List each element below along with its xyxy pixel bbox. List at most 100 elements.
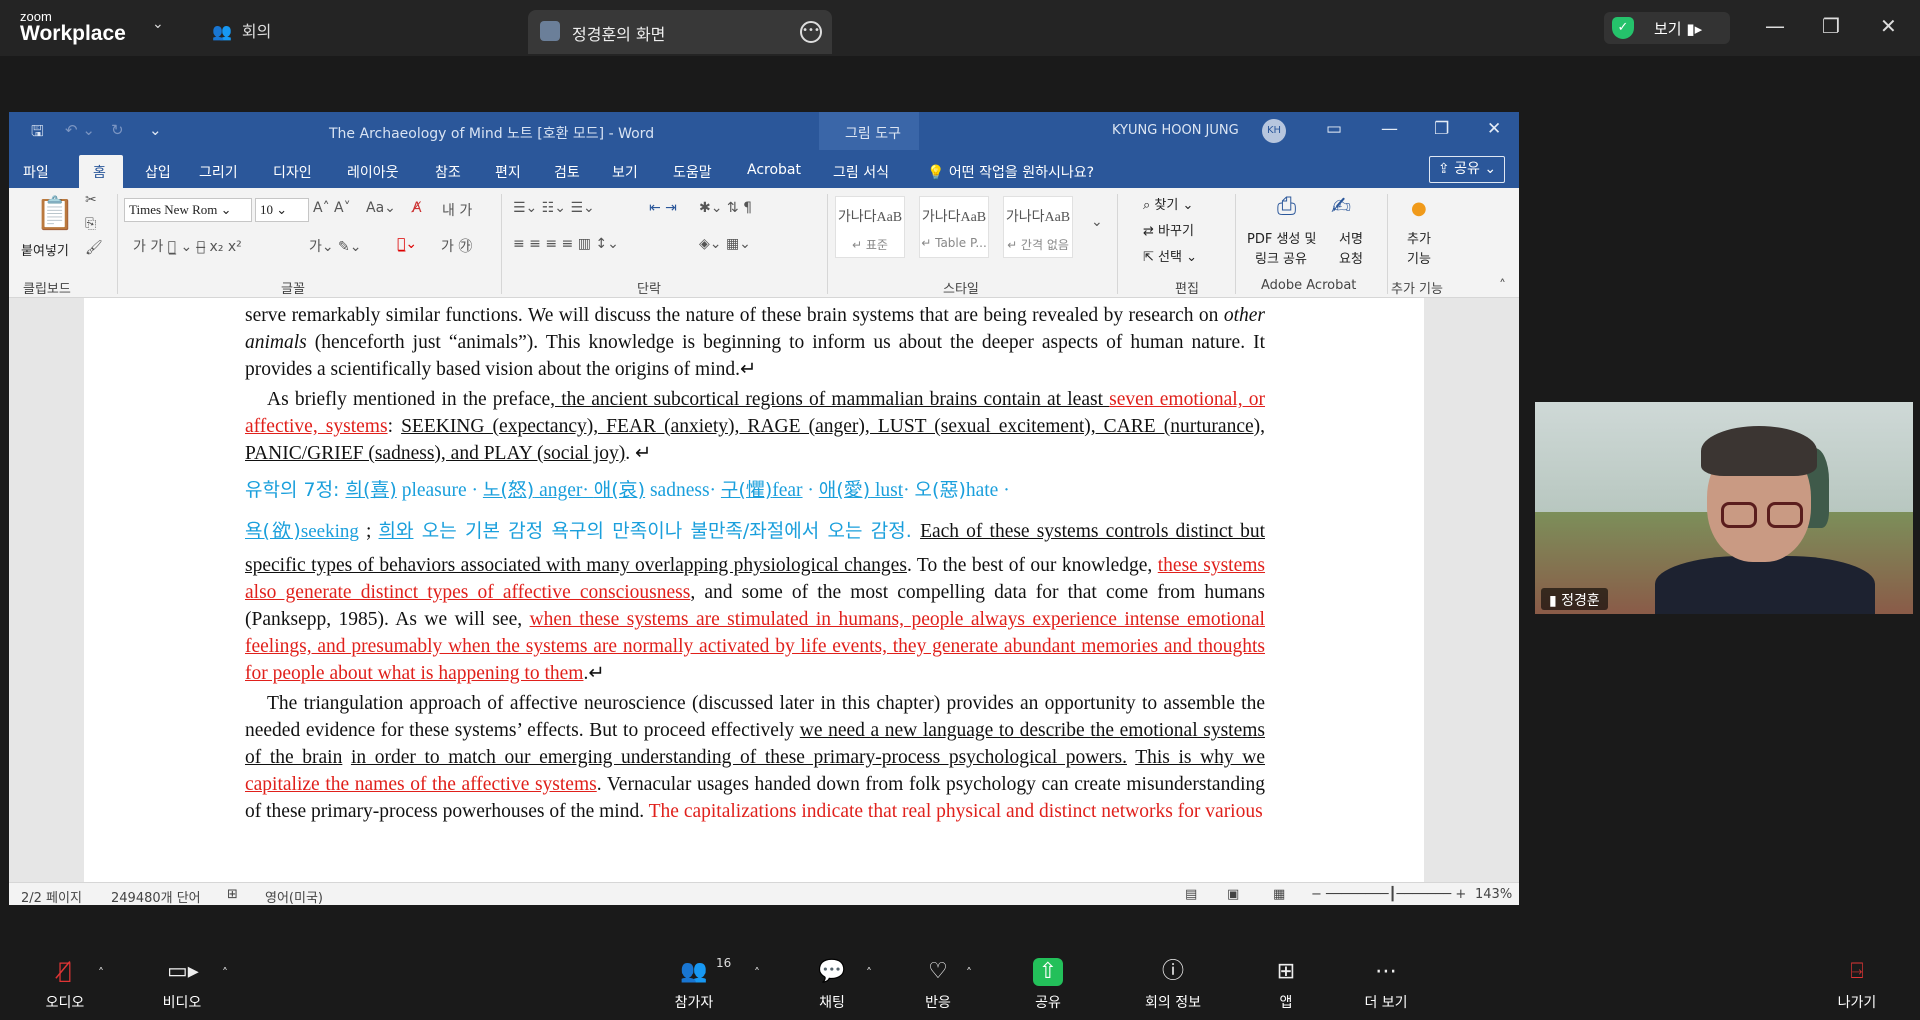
undo-icon[interactable]: ↶ ⌄ [65, 121, 95, 139]
language[interactable]: 영어(미국) [265, 887, 323, 906]
close-icon[interactable]: ✕ [1487, 119, 1501, 139]
select-button[interactable]: ⇱ 선택 ⌄ [1143, 246, 1197, 265]
style-no-spacing[interactable]: 가나다AaB ↵ 간격 없음 [1003, 196, 1073, 258]
video-button[interactable]: ▭▸ 비디오 [156, 958, 208, 1012]
tab-insert[interactable]: 삽입 [145, 162, 171, 182]
phonetic-icon[interactable]: 내 가 [442, 200, 472, 220]
meeting-info-button[interactable]: ⓘ 회의 정보 [1138, 958, 1208, 1012]
tell-me-label: 어떤 작업을 원하시나요? [948, 165, 1095, 181]
align-icon[interactable]: ≡ ≡ ≡ ≡ ▥ ↕⌄ [513, 236, 619, 252]
restore-icon[interactable]: ❐ [1822, 14, 1840, 38]
collapse-ribbon-icon[interactable]: ˄ [1499, 278, 1506, 294]
tab-references[interactable]: 참조 [435, 162, 461, 182]
pdf-icon[interactable]: ⎙ [1277, 192, 1296, 220]
chat-button[interactable]: 💬 채팅 [814, 958, 850, 1012]
minimize-icon[interactable]: — [1765, 14, 1785, 38]
font-size-select[interactable]: 10 ⌄ [255, 198, 309, 222]
pdf-share-label[interactable]: 링크 공유 [1255, 248, 1307, 267]
web-layout-icon[interactable]: ▦ [1273, 887, 1285, 902]
sign-label[interactable]: 서명 [1339, 228, 1363, 247]
screen-share-tab[interactable]: 정경훈의 화면 ••• [528, 10, 832, 54]
more-button[interactable]: ⋯ 더 보기 [1358, 958, 1414, 1012]
read-mode-icon[interactable]: ▤ [1185, 887, 1197, 902]
tab-draw[interactable]: 그리기 [199, 162, 238, 182]
style-table-paragraph[interactable]: 가나다AaB ↵ Table P... [919, 196, 989, 258]
bullets-icon[interactable]: ☰⌄ ☷⌄ ☰⌄ [513, 200, 595, 216]
tab-acrobat[interactable]: Acrobat [747, 162, 801, 178]
cut-icon[interactable]: ✂ [85, 192, 97, 208]
participant-body [1655, 556, 1875, 614]
close-icon[interactable]: ✕ [1880, 14, 1897, 38]
tab-layout[interactable]: 레이아웃 [347, 162, 399, 182]
tab-help[interactable]: 도움말 [673, 162, 712, 182]
addins-label-1[interactable]: 추가 [1407, 228, 1431, 247]
tell-me-search[interactable]: 💡 어떤 작업을 원하시나요? [927, 162, 1094, 182]
tab-review[interactable]: 검토 [554, 162, 580, 182]
styles-more-icon[interactable]: ⌄ [1091, 214, 1103, 230]
copy-icon[interactable]: ⎘ [85, 216, 96, 232]
ribbon-display-icon[interactable]: ▭ [1326, 119, 1342, 139]
save-icon[interactable]: 🖫 [31, 121, 44, 146]
indent-icon[interactable]: ⇤ ⇥ [649, 200, 677, 216]
restore-icon[interactable]: ❐ [1434, 119, 1449, 139]
video-tile[interactable]: ▮ 정경훈 [1535, 402, 1913, 614]
paragraph: 욕(欲)seeking ; 희와 오는 기본 감정 욕구의 만족이나 불만족/좌… [245, 520, 1266, 684]
chevron-down-icon[interactable]: ⌄ [152, 16, 164, 32]
audio-options-icon[interactable]: ˄ [98, 966, 104, 980]
react-options-icon[interactable]: ˄ [966, 966, 972, 980]
tab-view[interactable]: 보기 [612, 162, 638, 182]
signature-icon[interactable]: ✍ [1331, 192, 1351, 220]
page-count[interactable]: 2/2 페이지 [21, 887, 82, 906]
addins-icon[interactable]: ● [1411, 198, 1427, 219]
pdf-create-label[interactable]: PDF 생성 및 [1247, 228, 1316, 247]
document-body[interactable]: serve remarkably similar functions. We w… [245, 302, 1265, 828]
font-name-select[interactable]: Times New Rom ⌄ [124, 198, 252, 222]
minimize-icon[interactable]: — [1381, 119, 1398, 139]
tab-design[interactable]: 디자인 [273, 162, 312, 182]
view-button[interactable]: ✓ 보기 ▮▸ [1604, 12, 1730, 44]
react-button[interactable]: ♡ 반응 [920, 958, 956, 1012]
shading-icon[interactable]: ◈⌄ ▦⌄ [699, 236, 751, 252]
video-options-icon[interactable]: ˄ [222, 966, 228, 980]
style-normal[interactable]: 가나다AaB ↵ 표준 [835, 196, 905, 258]
audio-button[interactable]: 🎙̸ 오디오 [40, 958, 90, 1012]
proofing-icon[interactable]: ⊞ [227, 887, 238, 902]
print-layout-icon[interactable]: ▣ [1227, 887, 1239, 902]
bold-icon[interactable]: 가 가 가̲ ⌄ 가̶ x₂ x² [133, 236, 242, 256]
tab-file[interactable]: 파일 [23, 162, 49, 182]
find-button[interactable]: ⌕ 찾기 ⌄ [1143, 194, 1193, 213]
user-name[interactable]: KYUNG HOON JUNG [1112, 123, 1239, 138]
share-screen-button[interactable]: ⇧ 공유 [1030, 958, 1066, 1012]
font-color-icon[interactable]: 가̲⌄ [397, 236, 417, 252]
more-icon[interactable]: ••• [800, 21, 822, 43]
avatar[interactable]: KH [1262, 119, 1286, 143]
format-painter-icon[interactable]: 🖌 [85, 240, 103, 256]
grow-font-icon[interactable]: A˄ A˅ [313, 200, 351, 216]
customize-icon[interactable]: ⌄ [149, 121, 162, 139]
zoom-logo[interactable]: zoom Workplace [20, 10, 126, 44]
leave-button[interactable]: ⍈ 나가기 [1832, 958, 1882, 1012]
participants-button[interactable]: 👥 참가자 [668, 958, 720, 1012]
change-case-icon[interactable]: Aa⌄ [366, 200, 396, 216]
word-count[interactable]: 249480개 단어 [111, 887, 201, 906]
share-button[interactable]: ⇪ 공유 ⌄ [1429, 156, 1505, 183]
tab-mailings[interactable]: 편지 [495, 162, 521, 182]
tab-home[interactable]: 홈 [79, 155, 123, 188]
participants-options-icon[interactable]: ˄ [754, 966, 760, 980]
paste-icon[interactable]: 📋 [35, 194, 75, 232]
request-label[interactable]: 요청 [1339, 248, 1363, 267]
clear-format-icon[interactable]: A̸ [412, 200, 422, 216]
paste-button[interactable]: 붙여넣기 [21, 240, 69, 259]
apps-button[interactable]: ⊞ 앱 [1268, 958, 1304, 1012]
meeting-tab[interactable]: 👥 회의 [212, 18, 271, 42]
zoom-slider[interactable]: − ────────┃─────── + [1311, 887, 1466, 902]
redo-icon[interactable]: ↻ [111, 121, 124, 139]
sort-icon[interactable]: ✱⌄ ⇅ ¶ [699, 200, 752, 216]
addins-label-2[interactable]: 기능 [1407, 248, 1431, 267]
text-effect-icon[interactable]: 가⌄ ✎⌄ [309, 236, 362, 256]
char-shading-icon[interactable]: 가 ㉮ [441, 236, 472, 256]
chat-options-icon[interactable]: ˄ [866, 966, 872, 980]
replace-button[interactable]: ⇄ 바꾸기 [1143, 220, 1194, 239]
tab-picture-format[interactable]: 그림 서식 [833, 162, 889, 182]
zoom-level[interactable]: 143% [1475, 887, 1512, 902]
